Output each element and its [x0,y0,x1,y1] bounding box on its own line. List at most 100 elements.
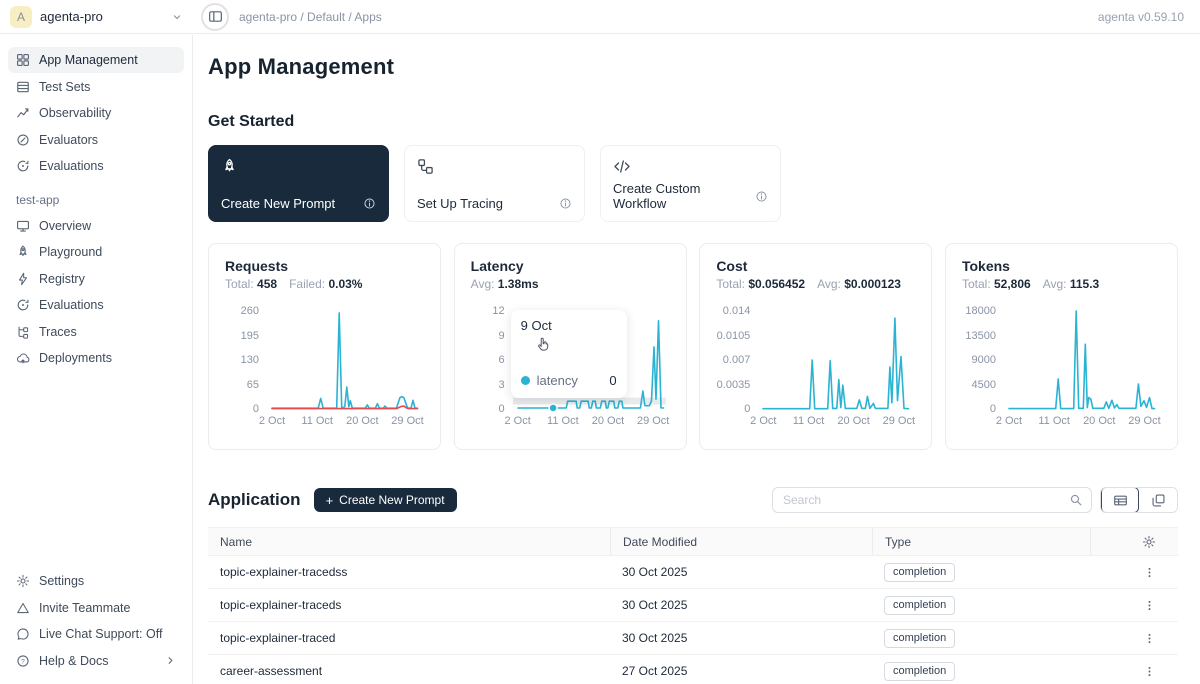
sidebar-item-observability[interactable]: Observability [8,100,184,126]
row-actions-menu[interactable] [1138,561,1160,583]
sidebar-item-playground[interactable]: Playground [8,239,184,265]
table-row[interactable]: career-assessment 27 Oct 2025 completion [208,655,1178,684]
circular-eval-icon [16,159,30,173]
x-axis-labels: 2 Oct11 Oct20 Oct29 Oct [267,415,420,431]
sidebar-item-help-docs[interactable]: ? Help & Docs [8,648,184,674]
main-content: App Management Get Started Create New Pr… [193,34,1200,684]
tooltip-series-name: latency [537,373,578,388]
sidebar-item-registry[interactable]: Registry [8,266,184,292]
sidebar-item-invite-teammate[interactable]: Invite Teammate [8,595,184,621]
sidebar-item-label: Registry [39,272,85,286]
sidebar-item-label: Deployments [39,351,112,365]
sidebar-item-label: Live Chat Support: Off [39,627,162,641]
search-input[interactable] [783,493,1069,507]
view-toggle [1100,487,1178,513]
panel-left-icon [208,9,223,24]
application-header: Application + Create New Prompt [208,487,1178,513]
sidebar-item-label: Traces [39,325,77,339]
y-axis-labels: 1800013500900045000 [962,303,1004,413]
sidebar-item-deployments[interactable]: Deployments [8,345,184,371]
card-label: Set Up Tracing [417,196,503,211]
get-started-title: Get Started [208,113,1178,131]
sidebar-item-settings[interactable]: Settings [8,568,184,594]
x-axis-labels: 2 Oct11 Oct20 Oct29 Oct [513,415,666,431]
sidebar-item-label: Help & Docs [39,654,108,668]
chart-stats: Total: 458 Failed: 0.03% [225,277,424,291]
type-badge: completion [884,596,955,615]
sidebar-item-app-management[interactable]: App Management [8,47,184,73]
create-custom-workflow-card[interactable]: Create Custom Workflow [600,145,781,222]
y-axis-labels: 260195130650 [225,303,267,413]
row-actions-menu[interactable] [1138,660,1160,682]
row-actions-menu[interactable] [1138,594,1160,616]
app-name[interactable]: topic-explainer-tracedss [208,565,610,579]
sidebar-item-label: Settings [39,574,84,588]
table-row[interactable]: topic-explainer-traced 30 Oct 2025 compl… [208,622,1178,655]
sidebar-item-label: Observability [39,106,111,120]
sidebar-item-test-sets[interactable]: Test Sets [8,74,184,100]
sidebar-collapse-button[interactable] [201,3,229,31]
plus-icon: + [326,493,334,508]
legend-dot [521,376,530,385]
set-up-tracing-card[interactable]: Set Up Tracing [404,145,585,222]
column-settings [1090,528,1178,555]
type-badge: completion [884,563,955,582]
app-date: 30 Oct 2025 [610,565,872,579]
table-view-button[interactable] [1101,487,1139,513]
row-actions-menu[interactable] [1138,627,1160,649]
info-icon[interactable] [363,197,376,210]
cost-line-chart[interactable] [758,303,911,413]
app-date: 27 Oct 2025 [610,664,872,678]
card-view-button[interactable] [1139,487,1177,513]
hand-cursor-icon [535,336,552,353]
sidebar-item-evaluations[interactable]: Evaluations [8,153,184,179]
chart-title: Requests [225,258,424,274]
app-type: completion [872,629,1090,648]
tooltip-date: 9 Oct [521,318,617,333]
app-version: agenta v0.59.10 [1098,10,1200,24]
card-label: Create New Prompt [221,196,335,211]
application-title: Application [208,490,301,510]
sidebar-item-live-chat-support[interactable]: Live Chat Support: Off [8,621,184,647]
x-axis-labels: 2 Oct11 Oct20 Oct29 Oct [758,415,911,431]
create-new-prompt-card[interactable]: Create New Prompt [208,145,389,222]
page-title: App Management [208,54,1178,80]
info-icon[interactable] [559,197,572,210]
sidebar-item-app-evaluations[interactable]: Evaluations [8,292,184,318]
requests-line-chart[interactable] [267,303,420,413]
chart-title: Latency [471,258,670,274]
cost-chart-card: Cost Total: $0.056452 Avg: $0.000123 0.0… [699,243,932,450]
chart-stats: Total: 52,806 Avg: 115.3 [962,277,1161,291]
workspace-selector[interactable]: A agenta-pro [0,6,193,28]
sidebar-item-evaluators[interactable]: Evaluators [8,127,184,153]
help-circle-icon: ? [16,654,30,668]
tooltip-series-row: latency 0 [521,373,617,388]
search-icon[interactable] [1069,493,1083,507]
app-name[interactable]: topic-explainer-traceds [208,598,610,612]
tokens-line-chart[interactable] [1004,303,1157,413]
app-name[interactable]: topic-explainer-traced [208,631,610,645]
column-header-date-modified: Date Modified [610,528,872,555]
create-new-prompt-button[interactable]: + Create New Prompt [314,488,457,512]
tokens-chart-card: Tokens Total: 52,806 Avg: 115.3 18000135… [945,243,1178,450]
gear-icon[interactable] [1142,535,1156,549]
info-icon[interactable] [755,190,768,203]
trend-chart-icon [16,106,30,120]
gear-icon [16,574,30,588]
sidebar-item-label: App Management [39,53,138,67]
breadcrumb[interactable]: agenta-pro / Default / Apps [239,10,382,24]
type-badge: completion [884,662,955,681]
app-type: completion [872,563,1090,582]
app-section-label: test-app [16,193,184,207]
svg-text:?: ? [21,658,25,665]
rocket-icon [16,245,30,259]
search-box [772,487,1092,513]
chart-title: Cost [716,258,915,274]
table-row[interactable]: topic-explainer-traceds 30 Oct 2025 comp… [208,589,1178,622]
chat-bubble-icon [16,627,30,641]
table-row[interactable]: topic-explainer-tracedss 30 Oct 2025 com… [208,556,1178,589]
sidebar-item-traces[interactable]: Traces [8,319,184,345]
app-type: completion [872,596,1090,615]
app-name[interactable]: career-assessment [208,664,610,678]
sidebar-item-overview[interactable]: Overview [8,213,184,239]
